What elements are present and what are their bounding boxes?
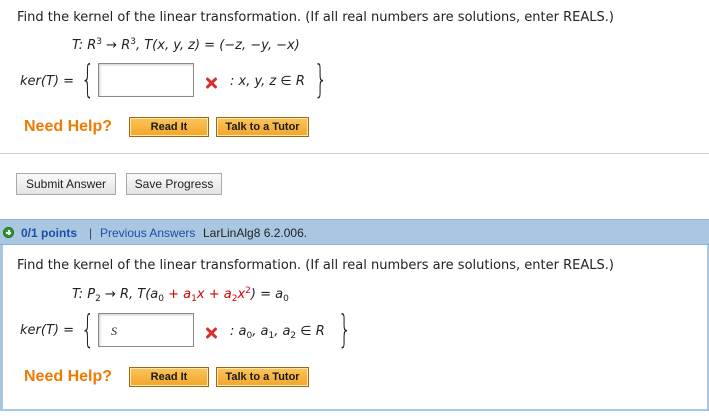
q1-map: T: R (72, 38, 97, 53)
q2-right-brace: } (338, 307, 352, 351)
q2-need-help: Need Help? (24, 368, 113, 385)
x-mark-icon (205, 77, 217, 89)
q2-kernel-input[interactable]: S (98, 313, 194, 347)
q2-points: 0/1 points (21, 226, 78, 240)
x-mark-icon (205, 327, 217, 339)
q1-set-condition: : x, y, z ∈ R (230, 74, 305, 89)
q1-divider (0, 153, 709, 154)
q1-transformation: T: R3 → R3, T(x, y, z) = (−z, −y, −x) (72, 37, 300, 53)
q2-separator: | (89, 226, 93, 240)
q1-need-help: Need Help? (24, 118, 113, 135)
submit-answer-button[interactable]: Submit Answer (16, 173, 116, 195)
q2-left-brace: { (81, 307, 95, 351)
q1-left-brace: { (81, 57, 95, 101)
q2-set-condition: : a0, a1, a2 ∈ R (230, 324, 325, 341)
q1-kernel-label: ker(T) = (20, 74, 74, 89)
q1-read-it-button[interactable]: Read It (129, 117, 209, 137)
q1-prompt: Find the kernel of the linear transforma… (17, 10, 614, 25)
q1-talk-to-tutor-button[interactable]: Talk to a Tutor (216, 117, 309, 137)
q1-kernel-input[interactable] (98, 63, 194, 97)
plus-circle-icon[interactable] (3, 227, 14, 238)
q2-problem-id: LarLinAlg8 6.2.006. (203, 226, 308, 240)
q2-talk-to-tutor-button[interactable]: Talk to a Tutor (216, 367, 309, 387)
q2-transformation: T: P2 → R, T(a0 + a1x + a2x2) = a0 (72, 286, 289, 304)
q1-right-brace: } (314, 57, 328, 101)
q2-kernel-label: ker(T) = (20, 323, 74, 338)
q2-header-bar: 0/1 points | Previous Answers LarLinAlg8… (0, 219, 709, 245)
previous-answers-link[interactable]: Previous Answers (100, 226, 195, 240)
save-progress-button[interactable]: Save Progress (126, 173, 222, 195)
q2-prompt: Find the kernel of the linear transforma… (17, 258, 614, 273)
q2-read-it-button[interactable]: Read It (129, 367, 209, 387)
